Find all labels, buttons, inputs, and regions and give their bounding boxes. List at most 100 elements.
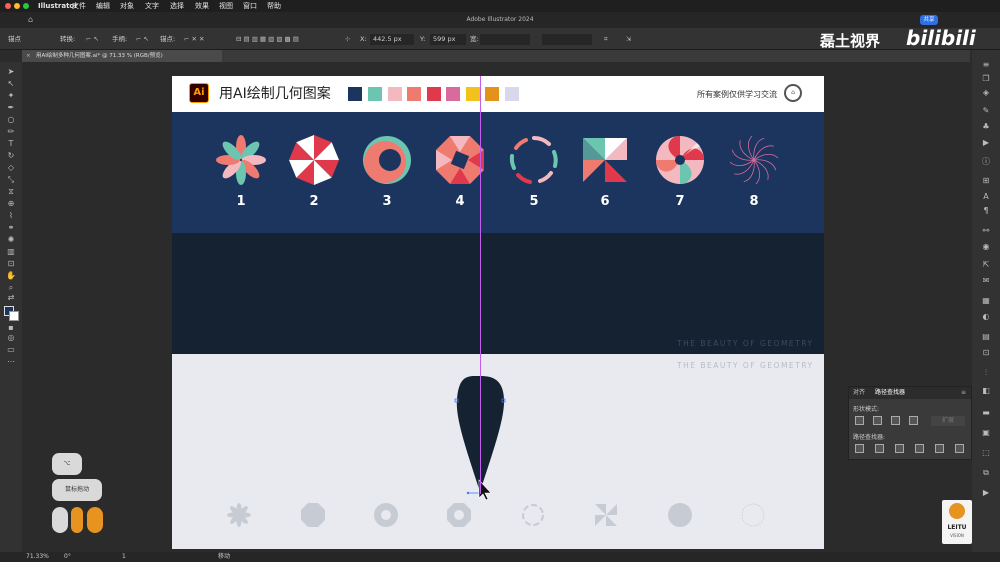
artboard-tool-icon[interactable]: ⊡: [5, 260, 17, 268]
menu-view[interactable]: 视图: [219, 0, 233, 12]
outline-icon[interactable]: [935, 444, 944, 453]
hand-tool-icon[interactable]: ✋: [5, 272, 17, 280]
stroke-swatch[interactable]: [9, 311, 19, 321]
character-panel-icon[interactable]: A: [980, 192, 992, 202]
graph-tool-icon[interactable]: ▥: [5, 248, 17, 256]
width-tool-icon[interactable]: ⧖: [5, 188, 17, 196]
panel-menu-icon[interactable]: ≡: [961, 387, 966, 399]
swap-fill-stroke-icon[interactable]: ⇄: [5, 294, 17, 302]
video-player-icon[interactable]: ▶: [980, 488, 992, 498]
eyedropper-tool-icon[interactable]: ⌇: [5, 212, 17, 220]
rotate-tool-icon[interactable]: ↻: [5, 152, 17, 160]
pencil-tool-icon[interactable]: ✏: [5, 128, 17, 136]
arrange-icon[interactable]: ⇲: [626, 28, 631, 50]
type-tool-icon[interactable]: T: [5, 140, 17, 148]
artboard[interactable]: Ai 用AI绘制几何图案 所有案例仅供学习交流 ⌂ 1 2 3 4 5 6 7 …: [172, 76, 824, 549]
draw-mode-icon[interactable]: ◎: [5, 334, 17, 342]
scale-tool-icon[interactable]: ⤡: [5, 176, 17, 184]
menu-window[interactable]: 窗口: [243, 0, 257, 12]
x-field[interactable]: 442.5 px: [370, 34, 414, 45]
menu-select[interactable]: 选择: [170, 0, 184, 12]
info-panel-icon[interactable]: ⓘ: [980, 156, 992, 166]
properties-panel-icon[interactable]: ≡: [980, 60, 992, 70]
asset-export-panel-icon[interactable]: ⧉: [980, 468, 992, 478]
pattern-number-5: 5: [529, 194, 539, 209]
unite-icon[interactable]: [855, 416, 864, 425]
swatch-5: [427, 87, 441, 101]
zoom-level[interactable]: 71.33%: [26, 552, 49, 562]
expand-button[interactable]: 扩展: [931, 416, 965, 426]
appearance-panel-icon[interactable]: ◉: [980, 242, 992, 252]
zoom-tool-icon[interactable]: ⌕: [5, 284, 17, 292]
brush-panel-icon[interactable]: ✎: [980, 106, 992, 116]
merge-icon[interactable]: [895, 444, 904, 453]
transparency-panel-icon[interactable]: ◐: [980, 312, 992, 322]
crop-icon[interactable]: [915, 444, 924, 453]
ellipse-tool-icon[interactable]: ○: [5, 116, 17, 124]
links-panel-icon[interactable]: ⚯: [980, 226, 992, 236]
direct-selection-tool-icon[interactable]: ↖: [5, 80, 17, 88]
pen-tool-icon[interactable]: ✒: [5, 104, 17, 112]
pattern-showcase: 1 2 3 4 5 6 7 8: [172, 112, 824, 233]
magic-wand-tool-icon[interactable]: ✦: [5, 92, 17, 100]
y-field[interactable]: 599 px: [430, 34, 466, 45]
align-icons[interactable]: ⊟ ▤ ▥ ▦ ▧ ▨ ▩ ▤: [236, 28, 299, 50]
close-tab-icon[interactable]: ×: [26, 50, 31, 62]
minus-front-icon[interactable]: [873, 416, 882, 425]
zoom-window-icon[interactable]: [23, 3, 29, 9]
close-window-icon[interactable]: [5, 3, 11, 9]
menu-type[interactable]: 文字: [145, 0, 159, 12]
trim-icon[interactable]: [875, 444, 884, 453]
selection-tool-icon[interactable]: ➤: [5, 68, 17, 76]
eraser-tool-icon[interactable]: ◇: [5, 164, 17, 172]
minimize-window-icon[interactable]: [14, 3, 20, 9]
export-panel-icon[interactable]: ⇱: [980, 260, 992, 270]
width-label: 宽:: [470, 35, 479, 43]
transform-icon[interactable]: ⊹: [345, 28, 350, 50]
stroke-panel-icon[interactable]: ▬: [980, 408, 992, 418]
more-tools-icon[interactable]: ⋯: [5, 358, 17, 366]
menu-effect[interactable]: 效果: [195, 0, 209, 12]
intersect-icon[interactable]: [891, 416, 900, 425]
isolate-icon[interactable]: ⌗: [604, 28, 608, 50]
gradient-panel-icon[interactable]: ▣: [980, 428, 992, 438]
bilibili-logo: bilibili: [906, 26, 976, 50]
pathfinder-panel-icon[interactable]: ◧: [980, 386, 992, 396]
menu-help[interactable]: 帮助: [267, 0, 281, 12]
divide-icon[interactable]: [855, 444, 864, 453]
exclude-icon[interactable]: [909, 416, 918, 425]
menu-object[interactable]: 对象: [120, 0, 134, 12]
convert-corner-icon[interactable]: ⌐ ↖: [86, 28, 99, 50]
tab-pathfinder[interactable]: 路径查找器: [875, 387, 905, 399]
width-field[interactable]: [480, 34, 530, 45]
symbol-sprayer-tool-icon[interactable]: ✺: [5, 236, 17, 244]
artboard-number[interactable]: 1: [122, 552, 126, 562]
transform-panel-icon[interactable]: ⊡: [980, 348, 992, 358]
menu-edit[interactable]: 编辑: [96, 0, 110, 12]
document-tab[interactable]: × 用AI绘制多种几何图案.ai* @ 71.33 % (RGB/预览): [22, 50, 222, 62]
color-mode-icon[interactable]: ▪: [5, 324, 17, 332]
symbols-panel-icon[interactable]: ♣: [980, 122, 992, 132]
blend-tool-icon[interactable]: ⚭: [5, 224, 17, 232]
align-panel-icon[interactable]: ⫶: [980, 368, 992, 378]
libraries-panel-icon[interactable]: ◈: [980, 88, 992, 98]
pattern-8-icon: [729, 135, 779, 185]
screen-mode-icon[interactable]: ▭: [5, 346, 17, 354]
comments-panel-icon[interactable]: ✉: [980, 276, 992, 286]
rotation-angle[interactable]: 0°: [64, 552, 71, 562]
shape-builder-tool-icon[interactable]: ⊕: [5, 200, 17, 208]
paragraph-panel-icon[interactable]: ¶: [980, 206, 992, 216]
layers-panel-icon[interactable]: ❐: [980, 74, 992, 84]
swatches-panel-icon[interactable]: ▤: [980, 332, 992, 342]
share-button[interactable]: 共享: [920, 15, 938, 25]
minus-back-icon[interactable]: [955, 444, 964, 453]
handle-icon[interactable]: ⌐ ↖: [136, 28, 149, 50]
height-field[interactable]: [542, 34, 592, 45]
menu-file[interactable]: 文件: [72, 0, 86, 12]
navigator-panel-icon[interactable]: ⊞: [980, 176, 992, 186]
play-action-icon[interactable]: ▶: [980, 138, 992, 148]
remove-anchor-icon[interactable]: ⌐ ✕ ✕: [184, 28, 204, 50]
graphic-styles-panel-icon[interactable]: ⬚: [980, 448, 992, 458]
tab-align[interactable]: 对齐: [853, 387, 865, 399]
artboards-panel-icon[interactable]: ▦: [980, 296, 992, 306]
